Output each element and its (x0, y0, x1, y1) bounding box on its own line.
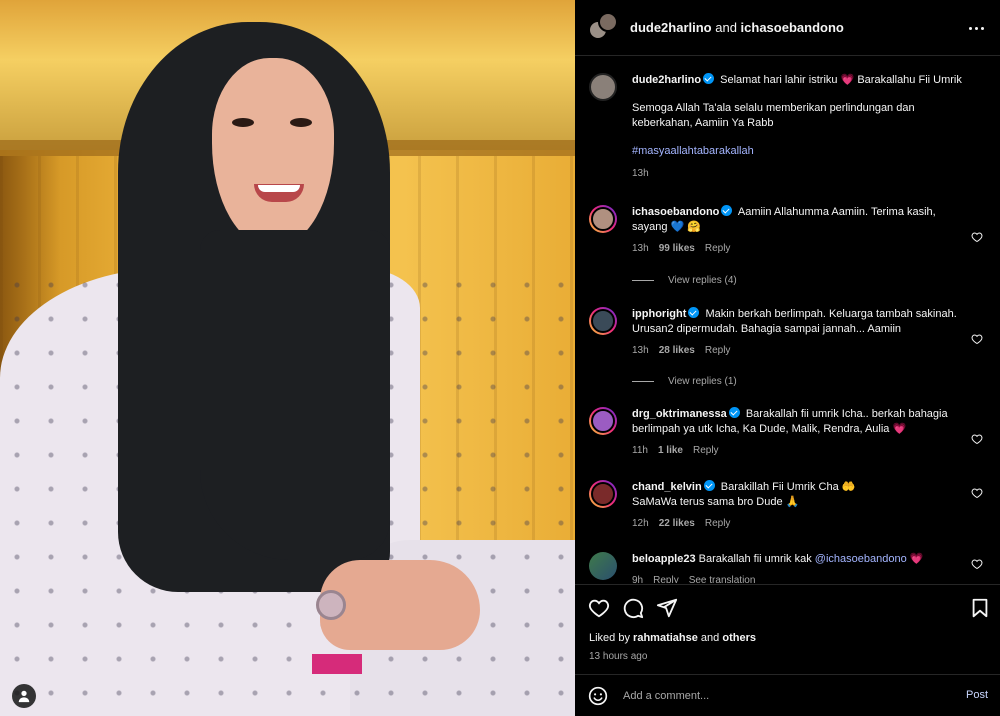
timestamp: 12h (632, 518, 649, 529)
author-separator: and (711, 20, 741, 35)
likes-count[interactable]: 99 likes (659, 241, 695, 256)
avatar[interactable] (589, 480, 617, 508)
timestamp: 13h (632, 345, 649, 356)
reply-button[interactable]: Reply (705, 343, 731, 358)
liked-user-link[interactable]: rahmatiahse (633, 632, 698, 644)
like-comment-icon[interactable] (971, 231, 983, 243)
share-icon[interactable] (656, 597, 678, 619)
avatar[interactable] (589, 407, 617, 435)
username-link[interactable]: drg_oktrimanessa (632, 408, 727, 420)
like-comment-icon[interactable] (971, 558, 983, 570)
username-link[interactable]: ichasoebandono (632, 206, 719, 218)
heart-emoji: 💗 (840, 74, 855, 86)
comments-list[interactable]: dude2harlino Selamat hari lahir istriku … (575, 57, 1000, 583)
view-replies-label: View replies (1) (668, 376, 737, 387)
post-side-panel: dude2harlino and ichasoebandono dude2har… (575, 0, 1000, 716)
post-actions: Liked by rahmatiahse and others 13 hours… (575, 584, 1000, 674)
liked-by-text: Liked by rahmatiahse and others (589, 632, 756, 644)
pray-emoji: 🙏 (785, 496, 800, 508)
smiley-icon[interactable] (588, 686, 608, 706)
post-authors: dude2harlino and ichasoebandono (630, 20, 844, 35)
user-icon (18, 690, 30, 703)
reply-button[interactable]: Reply (705, 241, 731, 256)
verified-badge-icon (703, 73, 715, 84)
caption-text: Barakallahu Fii Umrik (857, 74, 962, 86)
verified-badge-icon (721, 205, 733, 216)
comment-text: Barakillah Fii Umrik Cha (720, 481, 839, 493)
heart-outline-icon[interactable] (588, 597, 610, 619)
view-replies-button[interactable]: View replies (1) (632, 376, 737, 387)
replies-line (632, 280, 654, 281)
blue-heart-emoji: 💙 (670, 221, 685, 233)
view-replies-label: View replies (4) (668, 275, 737, 286)
comment-composer: Post (575, 674, 1000, 716)
tagged-users-button[interactable] (12, 684, 36, 708)
like-comment-icon[interactable] (971, 333, 983, 345)
liked-others-link[interactable]: others (722, 632, 756, 644)
hashtag-link[interactable]: #masyaallahtabarakallah (632, 144, 972, 159)
post-button[interactable]: Post (966, 689, 988, 701)
timestamp: 9h (632, 575, 644, 583)
username-link[interactable]: ipphoright (632, 308, 686, 320)
reply-button[interactable]: Reply (705, 516, 731, 531)
post-time: 13 hours ago (589, 651, 648, 662)
comment-input[interactable] (623, 688, 923, 704)
timestamp: 13h (632, 243, 649, 254)
heart-emoji: 💗 (892, 423, 907, 435)
hug-emoji: 🤗 (687, 221, 702, 233)
likes-count[interactable]: 1 like (658, 443, 683, 458)
photo-scarf-front (200, 230, 390, 560)
likes-count[interactable]: 28 likes (659, 343, 695, 358)
username-link[interactable]: beloapple23 (632, 553, 696, 565)
collab-avatars[interactable] (588, 11, 620, 44)
heart-emoji: 💗 (909, 553, 924, 565)
comment-icon[interactable] (622, 597, 644, 619)
reply-button[interactable]: Reply (693, 443, 719, 458)
like-comment-icon[interactable] (971, 433, 983, 445)
username-link[interactable]: chand_kelvin (632, 481, 702, 493)
more-options-icon[interactable] (964, 18, 988, 38)
caption-text: Selamat hari lahir istriku (720, 74, 838, 86)
timestamp: 11h (632, 445, 648, 456)
author-link[interactable]: ichasoebandono (741, 20, 844, 35)
avatar[interactable] (589, 205, 617, 233)
avatar[interactable] (589, 552, 617, 580)
avatar[interactable] (589, 73, 617, 101)
comment-text: Barakallah fii umrik kak (698, 553, 812, 565)
avatar[interactable] (598, 11, 618, 32)
photo-pink-accent (312, 654, 362, 674)
photo-eye-right (290, 118, 312, 127)
palms-up-emoji: 🤲 (841, 481, 856, 493)
like-comment-icon[interactable] (971, 487, 983, 499)
liked-prefix: Liked by (589, 632, 630, 644)
see-translation-button[interactable]: See translation (689, 573, 756, 583)
timestamp: 13h (632, 168, 649, 179)
author-link[interactable]: dude2harlino (630, 20, 712, 35)
photo-watch (316, 590, 346, 620)
post-photo[interactable] (0, 0, 575, 716)
verified-badge-icon (703, 480, 715, 491)
avatar[interactable] (589, 307, 617, 335)
verified-badge-icon (728, 407, 740, 418)
liked-and: and (700, 632, 720, 644)
reply-button[interactable]: Reply (653, 573, 679, 583)
photo-teeth (258, 185, 300, 192)
caption-paragraph: Semoga Allah Ta'ala selalu memberikan pe… (632, 102, 915, 129)
photo-eye-left (232, 118, 254, 127)
username-link[interactable]: dude2harlino (632, 74, 701, 86)
verified-badge-icon (688, 307, 700, 318)
likes-count[interactable]: 22 likes (659, 516, 695, 531)
comment-text: SaMaWa terus sama bro Dude (632, 496, 783, 508)
mention-link[interactable]: @ichasoebandono (815, 553, 907, 565)
bookmark-icon[interactable] (969, 597, 991, 619)
replies-line (632, 381, 654, 382)
view-replies-button[interactable]: View replies (4) (632, 275, 737, 286)
post-header: dude2harlino and ichasoebandono (575, 0, 1000, 56)
